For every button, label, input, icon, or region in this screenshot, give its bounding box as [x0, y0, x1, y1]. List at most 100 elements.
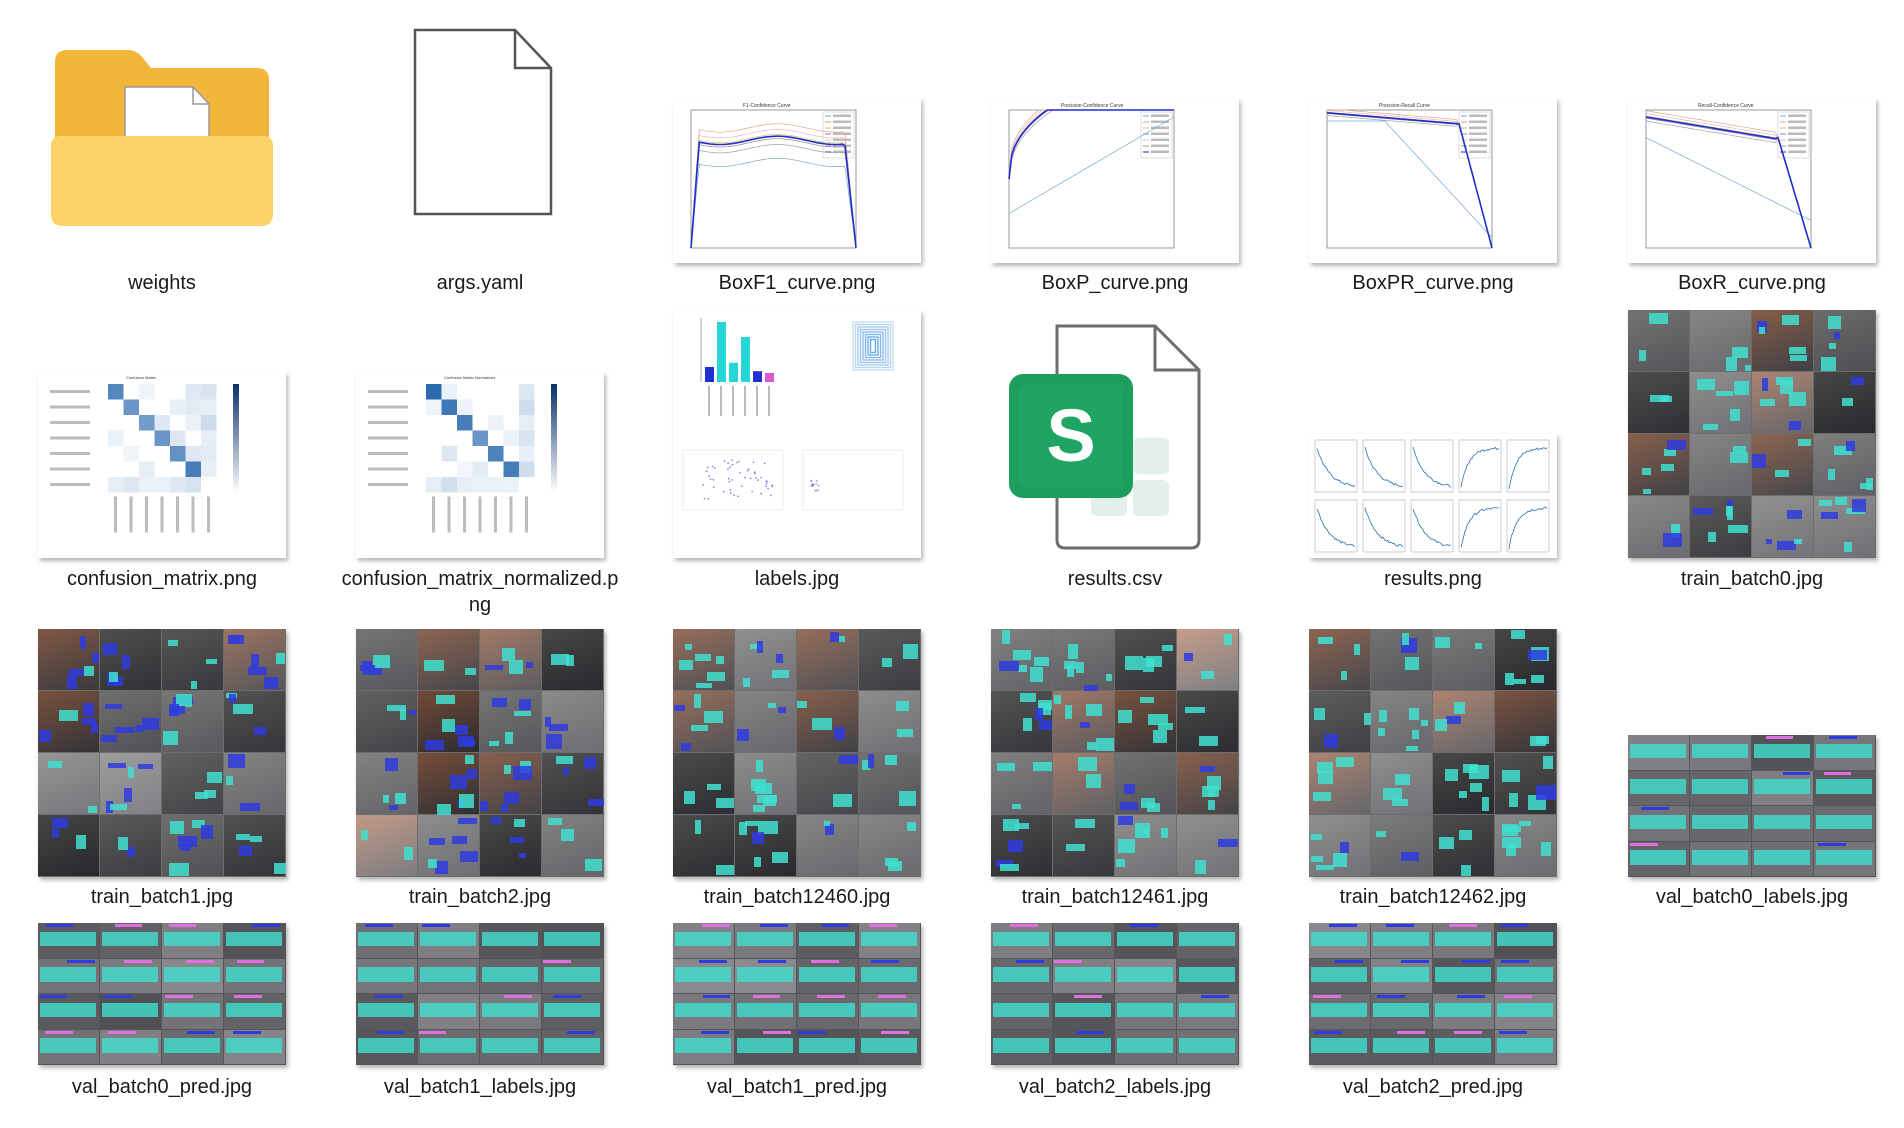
- bbox-mark: [1648, 313, 1668, 324]
- bbox-mark: [409, 709, 417, 716]
- bbox-mark: [1064, 704, 1073, 720]
- bbox-mark: [1200, 670, 1214, 679]
- bbox-mark: [1086, 703, 1103, 716]
- bbox-mark: [459, 793, 474, 809]
- bbox-mark: [1035, 708, 1043, 721]
- image-tile: [1814, 735, 1875, 770]
- bbox-mark: [675, 1038, 731, 1053]
- bbox-mark: [504, 731, 514, 745]
- image-tile: [38, 958, 99, 993]
- bbox-mark: [482, 1002, 538, 1018]
- bbox-mark: [1335, 959, 1364, 963]
- image-tile: [991, 753, 1053, 814]
- blank-file-icon: [413, 28, 553, 216]
- bbox-mark: [420, 967, 476, 982]
- bbox-mark: [1501, 769, 1520, 783]
- bbox-mark: [164, 967, 220, 982]
- bbox-mark: [675, 1002, 731, 1018]
- image-tile: [480, 629, 541, 690]
- bbox-mark: [395, 793, 406, 805]
- image-tile: [1053, 923, 1114, 958]
- bbox-mark: [491, 697, 507, 707]
- bbox-mark: [1692, 779, 1748, 794]
- bbox-mark: [1500, 924, 1529, 927]
- image-tile: [735, 994, 796, 1029]
- bbox-mark: [675, 967, 731, 982]
- bbox-mark: [1794, 538, 1802, 545]
- bbox-mark: [503, 764, 511, 774]
- bbox-mark: [1469, 782, 1483, 793]
- image-tile: [1628, 841, 1689, 876]
- image-tile: [1309, 958, 1370, 993]
- bbox-mark: [1311, 1038, 1367, 1053]
- image-tile: [1814, 310, 1875, 371]
- image-tile: [480, 753, 541, 814]
- bbox-mark: [1117, 1038, 1173, 1053]
- bbox-mark: [737, 967, 793, 982]
- bbox-mark: [753, 856, 762, 867]
- bbox-mark: [1401, 851, 1419, 862]
- bbox-mark: [249, 835, 263, 842]
- bbox-mark: [861, 967, 917, 982]
- image-tile: [1814, 434, 1875, 495]
- image-tile: [1115, 691, 1176, 752]
- bbox-mark: [201, 824, 214, 839]
- image-tile: [418, 958, 479, 993]
- image-tile: [859, 629, 920, 690]
- bbox-mark: [1460, 865, 1472, 876]
- image-tile: [38, 691, 99, 752]
- image-tile: [1690, 434, 1751, 495]
- bbox-mark: [1692, 814, 1748, 830]
- bbox-mark: [1510, 630, 1525, 639]
- bbox-mark: [168, 639, 179, 646]
- image-mosaic-thumbnail: [673, 629, 921, 877]
- bbox-mark: [58, 709, 78, 722]
- image-tile: [673, 958, 734, 993]
- image-tile: [673, 1029, 734, 1064]
- bbox-mark: [1744, 365, 1751, 372]
- bbox-mark: [563, 767, 569, 776]
- image-tile: [542, 753, 604, 814]
- bbox-mark: [675, 931, 731, 947]
- bbox-mark: [233, 1030, 262, 1034]
- image-tile: [1628, 735, 1689, 770]
- image-tile: [1371, 958, 1432, 993]
- bbox-mark: [1797, 438, 1811, 446]
- bbox-mark: [1789, 347, 1806, 354]
- image-tile: [418, 1029, 479, 1064]
- bbox-mark: [1315, 864, 1334, 870]
- bbox-mark: [142, 718, 159, 730]
- image-tile: [38, 923, 99, 958]
- bbox-mark: [88, 805, 97, 813]
- bbox-mark: [775, 653, 783, 664]
- bbox-mark: [757, 640, 764, 654]
- bbox-mark: [869, 924, 898, 927]
- bbox-mark: [502, 648, 515, 661]
- bbox-mark: [1630, 850, 1686, 865]
- bbox-mark: [358, 967, 414, 982]
- labels-thumbnail: [673, 310, 921, 558]
- bbox-mark: [1728, 524, 1749, 534]
- bbox-mark: [1630, 743, 1686, 759]
- file-name-label: val_batch2_labels.jpg: [1018, 1076, 1212, 1098]
- bbox-mark: [694, 820, 702, 835]
- bbox-mark: [799, 931, 855, 947]
- image-tile: [1053, 753, 1114, 814]
- bbox-mark: [187, 1030, 215, 1034]
- bbox-mark: [454, 724, 469, 735]
- bbox-mark: [1730, 409, 1741, 421]
- bbox-mark: [797, 701, 807, 708]
- image-mosaic-thumbnail: [1309, 629, 1557, 877]
- bbox-mark: [52, 829, 60, 839]
- file-name-label: BoxR_curve.png: [1678, 272, 1826, 294]
- bbox-mark: [428, 858, 438, 869]
- bbox-mark: [1117, 815, 1133, 826]
- image-tile: [991, 923, 1052, 958]
- bbox-mark: [1820, 512, 1839, 520]
- bbox-mark: [1328, 924, 1357, 927]
- bbox-mark: [993, 1002, 1049, 1018]
- image-tile: [859, 994, 920, 1029]
- bbox-mark: [881, 1030, 910, 1034]
- bbox-mark: [105, 703, 122, 709]
- bbox-mark: [164, 1002, 220, 1018]
